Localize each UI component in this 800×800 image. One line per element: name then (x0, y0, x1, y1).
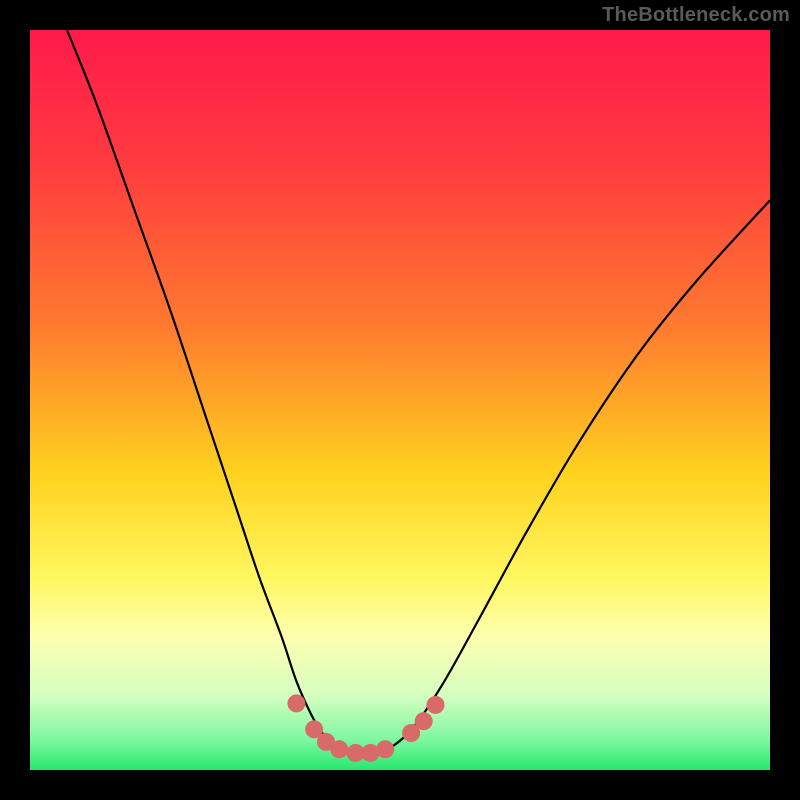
highlight-dot (330, 740, 348, 758)
highlight-dot (415, 712, 433, 730)
highlight-dot (376, 740, 394, 758)
watermark-text: TheBottleneck.com (602, 4, 790, 27)
plot-area (30, 30, 770, 770)
bottleneck-chart (30, 30, 770, 770)
gradient-background (30, 30, 770, 770)
highlight-dot (287, 694, 305, 712)
chart-frame: TheBottleneck.com (0, 0, 800, 800)
highlight-dot (427, 696, 445, 714)
